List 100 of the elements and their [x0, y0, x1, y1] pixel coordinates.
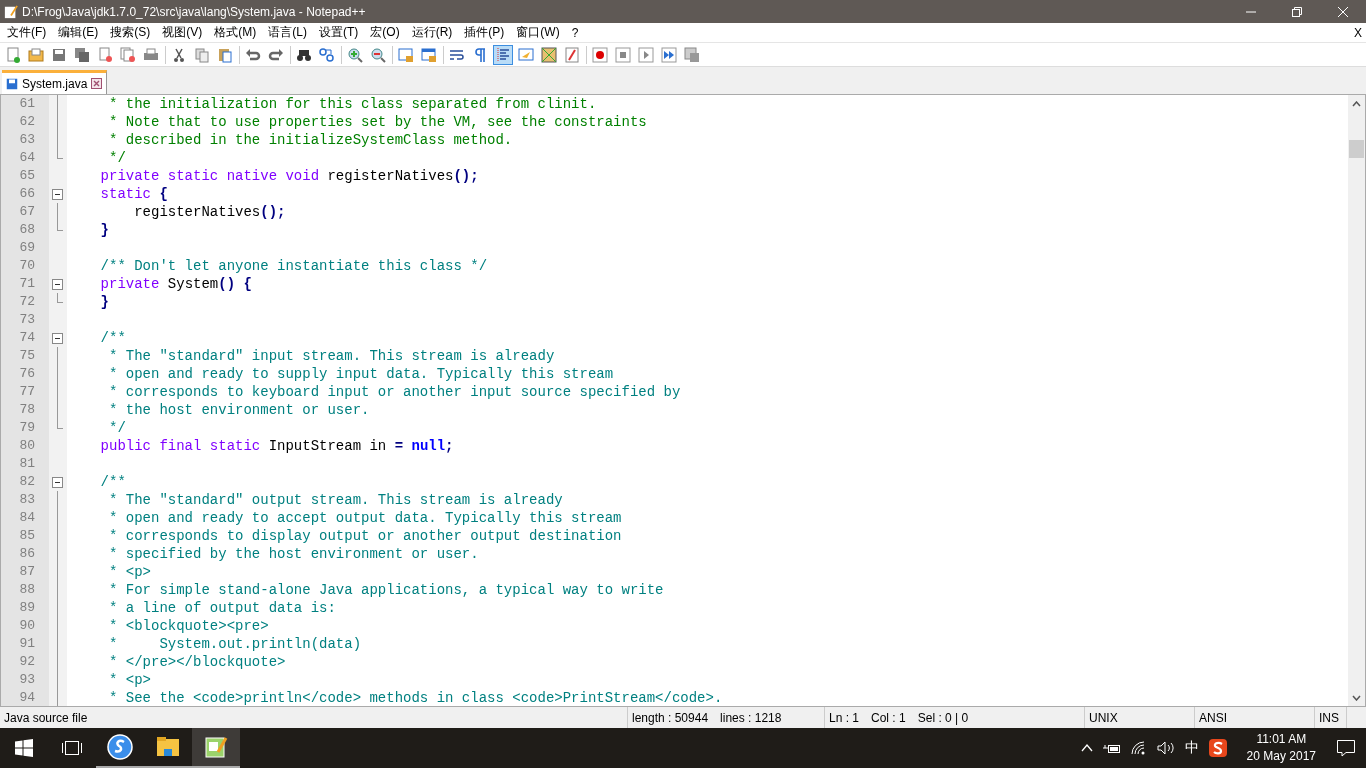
code-line: } [99, 221, 110, 239]
fold-toggle-icon[interactable] [52, 279, 63, 290]
line-number: 85 [18, 527, 36, 545]
line-number: 65 [18, 167, 36, 185]
line-number: 86 [18, 545, 36, 563]
code-line: * open and ready to accept output data. Typically this stream [108, 509, 623, 527]
insert-mode: INS [1319, 710, 1339, 725]
code-line: /** [99, 473, 127, 491]
clock[interactable]: 11:01 AM 20 May 2017 [1246, 731, 1316, 765]
volume-icon[interactable] [1156, 741, 1175, 755]
notifications-icon[interactable] [1336, 739, 1356, 757]
line-number: 88 [18, 581, 36, 599]
close-all-icon [120, 46, 136, 63]
stop-icon [615, 46, 631, 63]
code-line: private System() { [99, 275, 253, 293]
time: 11:01 AM [1256, 731, 1307, 748]
restore-icon [1292, 6, 1302, 17]
length-label: length : 50944 [632, 710, 709, 725]
line-number: 72 [18, 293, 36, 311]
line-number: 76 [18, 365, 36, 383]
line-number: 91 [18, 635, 36, 653]
code-line: * The "standard" output stream. This stream is already [108, 491, 564, 509]
line-label: Ln : 1 [829, 710, 860, 725]
s-logo-icon[interactable] [1208, 739, 1227, 757]
code-line: * a line of output data is: [108, 599, 337, 617]
menu-item[interactable]: 运行(R) [405, 24, 459, 41]
line-number: 70 [18, 257, 36, 275]
line-number: 92 [18, 653, 36, 671]
chevron-up-icon[interactable] [1080, 744, 1093, 752]
menu-item[interactable]: 插件(P) [458, 24, 511, 41]
line-number: 80 [18, 437, 36, 455]
tab-label: System.java [22, 76, 88, 91]
wifi-icon[interactable] [1130, 741, 1147, 755]
notepad-icon [204, 735, 228, 759]
record-icon [592, 46, 608, 63]
line-number: 90 [18, 617, 36, 635]
file-type: Java source file [4, 710, 88, 725]
line-number: 62 [18, 113, 36, 131]
date: 20 May 2017 [1246, 748, 1316, 765]
cut-icon [171, 46, 187, 63]
code-line: * <p> [108, 671, 152, 689]
copy-icon [194, 46, 210, 63]
fold-toggle-icon[interactable] [52, 333, 63, 344]
code-line: */ [108, 149, 127, 167]
line-number: 82 [18, 473, 36, 491]
pilcrow-icon [472, 46, 488, 63]
vertical-scrollbar[interactable] [1348, 95, 1365, 706]
code-line: * <p> [108, 563, 152, 581]
taskbar-app[interactable] [192, 728, 240, 768]
close-icon[interactable] [91, 78, 103, 89]
window-title: D:\Frog\Java\jdk1.7.0_72\src\java\lang\System.java - Notepad++ [21, 4, 367, 19]
line-number: 66 [18, 185, 36, 203]
fold-toggle-icon[interactable] [52, 477, 63, 488]
close-file-icon [97, 46, 113, 63]
fold-toggle-icon[interactable] [52, 189, 63, 200]
code-line: * For simple stand-alone Java applications, a typical way to write [108, 581, 665, 599]
open-folder-icon [28, 46, 44, 63]
line-number: 87 [18, 563, 36, 581]
print-icon [143, 46, 159, 63]
play-icon [638, 46, 654, 63]
code-line: registerNatives(); [133, 203, 287, 221]
code-line: * System.out.println(data) [108, 635, 363, 653]
code-line: * open and ready to supply input data. Typically this stream [108, 365, 615, 383]
code-line: * specified by the host environment or user. [108, 545, 480, 563]
code-line: static { [99, 185, 169, 203]
menu-item[interactable]: 视图(V) [156, 24, 209, 41]
menu-item[interactable]: 文件(F) [0, 24, 53, 41]
line-number: 79 [18, 419, 36, 437]
menu-item[interactable]: 格式(M) [208, 24, 263, 41]
menu-item[interactable]: 宏(O) [364, 24, 406, 41]
line-number: 83 [18, 491, 36, 509]
redo-icon [268, 46, 284, 63]
menu-item[interactable]: 窗口(W) [510, 24, 566, 41]
line-number: 78 [18, 401, 36, 419]
code-line: * corresponds to keyboard input or another input source specified by [108, 383, 682, 401]
battery-icon[interactable] [1102, 742, 1121, 754]
zoom-out-icon [370, 46, 386, 63]
line-number: 77 [18, 383, 36, 401]
menu-item[interactable]: 搜索(S) [104, 24, 157, 41]
line-number: 93 [18, 671, 36, 689]
file-tab[interactable]: System.java [2, 70, 108, 94]
line-number: 94 [18, 689, 36, 706]
code-line: /** [99, 329, 127, 347]
save-icon [6, 77, 18, 90]
menu-item[interactable]: 编辑(E) [52, 24, 105, 41]
line-number: 68 [18, 221, 36, 239]
code-line: * </pre></blockquote> [108, 653, 287, 671]
line-number: 89 [18, 599, 36, 617]
scroll-up-icon[interactable] [1352, 100, 1361, 107]
close-icon [1338, 6, 1348, 17]
line-number: 67 [18, 203, 36, 221]
eol-format: UNIX [1089, 710, 1118, 725]
scrollbar-thumb[interactable] [1349, 140, 1364, 158]
scroll-down-icon[interactable] [1352, 694, 1361, 701]
menu-item[interactable]: ? [565, 25, 585, 40]
line-number: 73 [18, 311, 36, 329]
input-method-indicator[interactable]: 中 [1184, 739, 1199, 757]
close-document-button[interactable]: X [1354, 25, 1366, 40]
menu-item[interactable]: 语言(L) [262, 24, 313, 41]
menu-item[interactable]: 设置(T) [313, 24, 365, 41]
